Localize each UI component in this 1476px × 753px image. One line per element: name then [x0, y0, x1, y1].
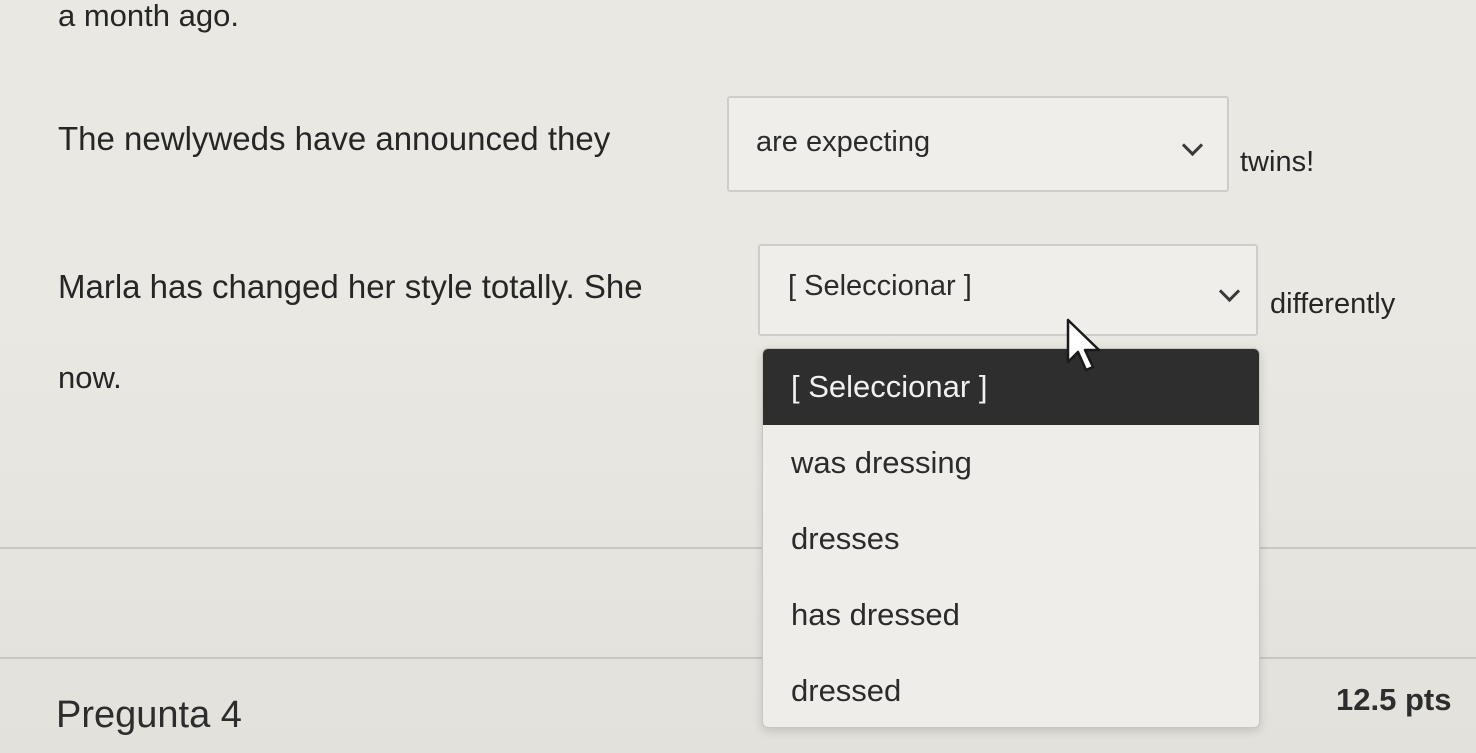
q1-text-before: The newlyweds have announced they — [58, 120, 611, 157]
dropdown-option[interactable]: has dressed — [763, 577, 1259, 653]
question-points: 12.5 pts — [1336, 682, 1452, 717]
dropdown-option[interactable]: dressed — [763, 653, 1259, 727]
q1-selected-value: are expecting — [756, 126, 931, 158]
q2-text-before: Marla has changed her style totally. She — [58, 268, 643, 305]
dropdown-option[interactable]: was dressing — [763, 425, 1259, 501]
q1-answer-select[interactable]: are expecting — [727, 96, 1229, 192]
chevron-down-icon — [1181, 134, 1204, 157]
dropdown-option[interactable]: dresses — [763, 501, 1259, 577]
chevron-down-icon — [1218, 280, 1241, 303]
q2-text-wrap: now. — [58, 360, 122, 395]
previous-answer-fragment: a month ago. — [58, 0, 239, 33]
q2-dropdown-list[interactable]: [ Seleccionar ] was dressing dresses has… — [762, 348, 1260, 728]
dropdown-option[interactable]: [ Seleccionar ] — [763, 349, 1259, 425]
question-title: Pregunta 4 — [56, 694, 242, 736]
q1-text-after: twins! — [1240, 146, 1315, 178]
mouse-pointer-icon — [1066, 318, 1101, 372]
q2-answer-select[interactable]: [ Seleccionar ] — [758, 244, 1258, 336]
q2-text-after: differently — [1270, 288, 1396, 320]
q2-selected-value: [ Seleccionar ] — [788, 270, 972, 302]
